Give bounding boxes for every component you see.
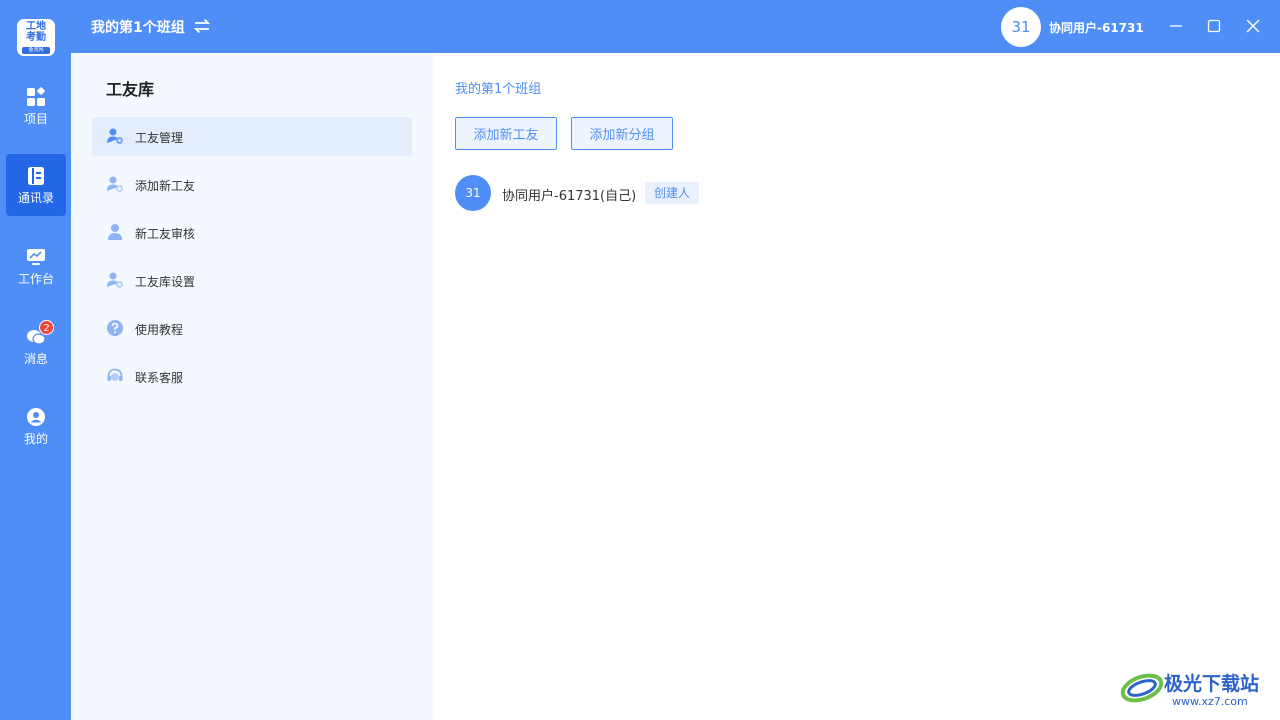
add-worker-icon bbox=[107, 176, 123, 192]
workbench-icon bbox=[27, 249, 45, 265]
nav-label: 我的 bbox=[23, 432, 48, 446]
sidebar-title: 工友库 bbox=[106, 80, 155, 99]
maximize-button[interactable] bbox=[1203, 15, 1225, 37]
sidebar-item-review[interactable]: 新工友审核 bbox=[92, 213, 412, 252]
profile-icon bbox=[27, 408, 45, 426]
unread-badge: 2 bbox=[39, 320, 54, 335]
sidebar-item-label: 新工友审核 bbox=[135, 227, 196, 241]
sidebar-item-tutorial[interactable]: 使用教程 bbox=[92, 309, 412, 348]
watermark-url: www.xz7.com bbox=[1172, 695, 1248, 708]
close-icon bbox=[1246, 19, 1260, 33]
watermark-text: 极光下载站 bbox=[1164, 673, 1260, 695]
sidebar-item-label: 工友库设置 bbox=[135, 275, 196, 289]
user-name[interactable]: 协同用户-61731 bbox=[1049, 19, 1144, 36]
app-logo-sub: 鱼泡网 bbox=[22, 47, 50, 54]
nav-item-messages[interactable]: 2 消息 bbox=[6, 315, 66, 377]
worker-manage-icon bbox=[107, 128, 123, 144]
nav-item-workbench[interactable]: 工作台 bbox=[6, 235, 66, 297]
worker-library-sidebar: 工友库 工友管理 添加新工友 新工友审核 工友库设置 使用教程 联系客服 bbox=[71, 53, 433, 720]
minimize-icon bbox=[1170, 25, 1182, 27]
app-logo: 工地 考勤 鱼泡网 bbox=[17, 19, 55, 56]
sidebar-item-worker-manage[interactable]: 工友管理 bbox=[92, 117, 412, 156]
breadcrumb[interactable]: 我的第1个班组 bbox=[455, 78, 541, 97]
minimize-button[interactable] bbox=[1165, 15, 1187, 37]
sidebar-item-label: 使用教程 bbox=[135, 323, 184, 337]
app-logo-line2: 考勤 bbox=[26, 32, 46, 43]
nav-label: 消息 bbox=[23, 352, 48, 366]
member-name: 协同用户-61731(自己) bbox=[502, 189, 637, 204]
creator-badge: 创建人 bbox=[645, 182, 700, 204]
add-group-button[interactable]: 添加新分组 bbox=[571, 117, 673, 150]
team-title[interactable]: 我的第1个班组 bbox=[91, 17, 185, 37]
list-item[interactable]: 31 协同用户-61731(自己) 创建人 bbox=[455, 175, 955, 211]
nav-label: 工作台 bbox=[17, 272, 54, 286]
add-worker-button[interactable]: 添加新工友 bbox=[455, 117, 557, 150]
nav-item-profile[interactable]: 我的 bbox=[6, 395, 66, 457]
watermark-logo-icon bbox=[1120, 673, 1164, 703]
avatar[interactable]: 31 bbox=[1001, 7, 1041, 47]
sidebar-item-add-worker[interactable]: 添加新工友 bbox=[92, 165, 412, 204]
swap-arrows-icon[interactable] bbox=[193, 17, 211, 35]
maximize-icon bbox=[1207, 19, 1221, 33]
nav-item-contacts[interactable]: 通讯录 bbox=[6, 154, 66, 216]
nav-item-project[interactable]: 项目 bbox=[6, 75, 66, 137]
sidebar-item-label: 工友管理 bbox=[135, 131, 184, 145]
sidebar-item-label: 联系客服 bbox=[135, 371, 184, 385]
nav-label: 项目 bbox=[23, 112, 48, 126]
review-icon bbox=[108, 224, 122, 240]
help-icon bbox=[107, 320, 123, 336]
watermark: 极光下载站 www.xz7.com bbox=[1118, 666, 1276, 712]
contacts-icon bbox=[28, 167, 44, 185]
sidebar-item-support[interactable]: 联系客服 bbox=[92, 357, 412, 396]
avatar: 31 bbox=[455, 175, 491, 211]
sidebar-item-label: 添加新工友 bbox=[135, 179, 196, 193]
sidebar-item-settings[interactable]: 工友库设置 bbox=[92, 261, 412, 300]
app-logo-line1: 工地 bbox=[26, 21, 46, 32]
left-nav: 工地 考勤 鱼泡网 项目 通讯录 工作台 2 消息 我的 bbox=[0, 0, 71, 720]
close-button[interactable] bbox=[1242, 15, 1264, 37]
settings-icon bbox=[107, 272, 123, 288]
nav-label: 通讯录 bbox=[17, 191, 54, 205]
headset-icon bbox=[107, 368, 123, 381]
main-content: 我的第1个班组 添加新工友 添加新分组 31 协同用户-61731(自己) 创建… bbox=[433, 53, 1280, 720]
title-bar: 我的第1个班组 31 协同用户-61731 bbox=[71, 0, 1280, 53]
grid-icon bbox=[27, 87, 45, 106]
